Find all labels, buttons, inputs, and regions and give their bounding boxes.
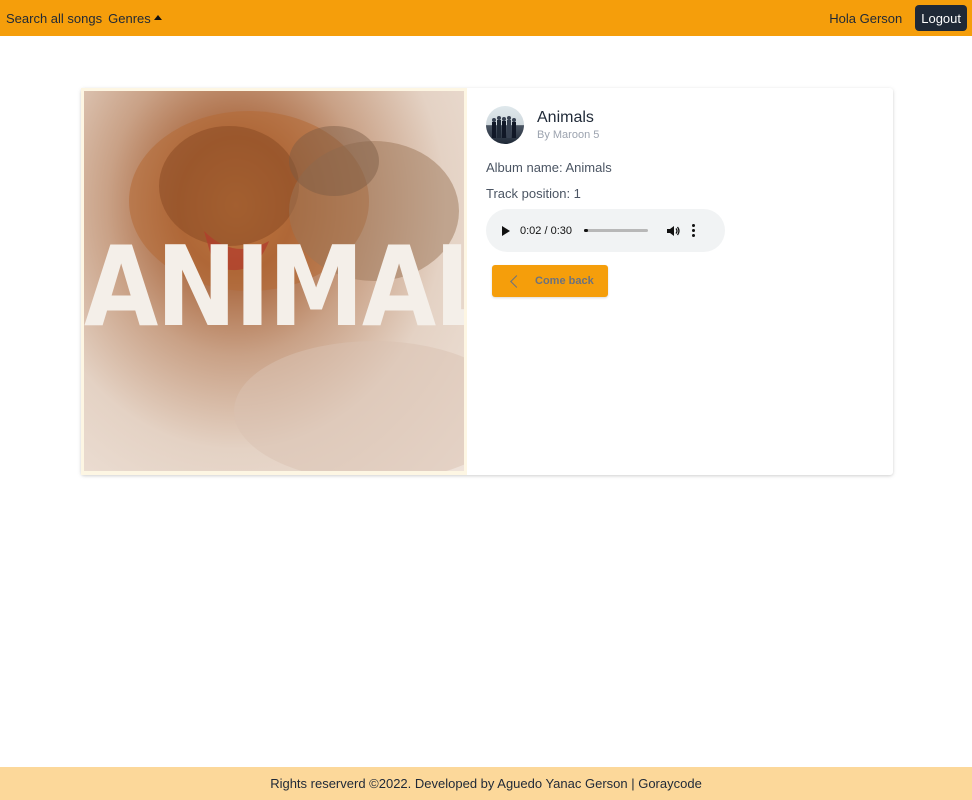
- track-position: Track position: 1: [486, 186, 581, 201]
- song-titles: Animals By Maroon 5: [537, 109, 599, 141]
- volume-icon[interactable]: [666, 224, 680, 238]
- artist-name: By Maroon 5: [537, 129, 600, 141]
- come-back-label: Come back: [535, 275, 594, 287]
- footer-text: Rights reserverd ©2022. Developed by Agu…: [270, 776, 702, 791]
- logout-button[interactable]: Logout: [915, 5, 967, 31]
- chevron-left-icon: [510, 274, 523, 288]
- song-title: Animals: [537, 109, 594, 126]
- album-name: Album name: Animals: [486, 160, 612, 175]
- audio-player[interactable]: 0:02 / 0:30: [486, 209, 725, 252]
- time-display: 0:02 / 0:30: [520, 224, 572, 237]
- album-cover-image: ANIMALS: [84, 91, 464, 471]
- genres-label: Genres: [108, 10, 151, 26]
- user-greeting: Hola Gerson: [829, 10, 903, 26]
- artist-row: Animals By Maroon 5: [486, 106, 886, 144]
- nav-right: Hola Gerson Logout: [829, 5, 972, 31]
- more-options-icon[interactable]: [692, 224, 695, 237]
- song-info: Animals By Maroon 5 Album name: Animals …: [486, 106, 886, 297]
- album-cover: ANIMALS: [81, 88, 467, 475]
- band-photo-icon: [492, 116, 516, 138]
- play-icon[interactable]: [502, 225, 510, 236]
- nav-left: Search all songs Genres: [0, 11, 162, 26]
- top-navbar: Search all songs Genres Hola Gerson Logo…: [0, 0, 972, 36]
- progress-fill: [584, 229, 589, 232]
- artist-avatar: [486, 106, 524, 144]
- song-card: ANIMALS Animals By: [81, 88, 893, 475]
- search-all-songs-link[interactable]: Search all songs: [6, 11, 102, 26]
- page-footer: Rights reserverd ©2022. Developed by Agu…: [0, 767, 972, 800]
- genres-dropdown[interactable]: Genres: [108, 11, 162, 26]
- cover-title-text: ANIMALS: [84, 222, 464, 352]
- come-back-button[interactable]: Come back: [492, 265, 608, 297]
- progress-bar[interactable]: [584, 229, 648, 232]
- caret-up-icon: [153, 14, 162, 20]
